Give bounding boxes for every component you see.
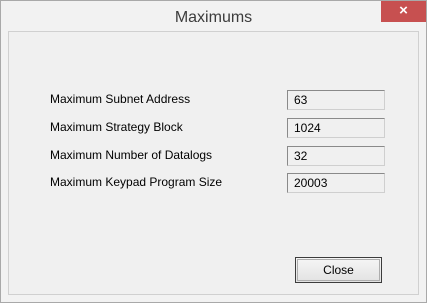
label-max-subnet-address: Maximum Subnet Address [50, 92, 191, 106]
dialog-content: Maximum Subnet Address 63 Maximum Strate… [8, 31, 419, 295]
label-max-keypad-program-size: Maximum Keypad Program Size [50, 175, 223, 189]
close-icon: × [399, 2, 408, 19]
label-max-strategy-block: Maximum Strategy Block [50, 120, 183, 134]
label-max-number-of-datalogs: Maximum Number of Datalogs [50, 148, 213, 162]
title-bar[interactable]: Maximums × [1, 1, 426, 31]
field-max-keypad-program-size[interactable]: 20003 [287, 173, 385, 193]
field-max-number-of-datalogs[interactable]: 32 [287, 146, 385, 166]
close-window-button[interactable]: × [381, 1, 426, 22]
close-button[interactable]: Close [295, 257, 382, 283]
field-max-strategy-block[interactable]: 1024 [287, 118, 385, 138]
field-max-subnet-address[interactable]: 63 [287, 90, 385, 110]
maximums-dialog: Maximums × Maximum Subnet Address 63 Max… [0, 0, 427, 303]
dialog-title: Maximums [174, 9, 253, 26]
